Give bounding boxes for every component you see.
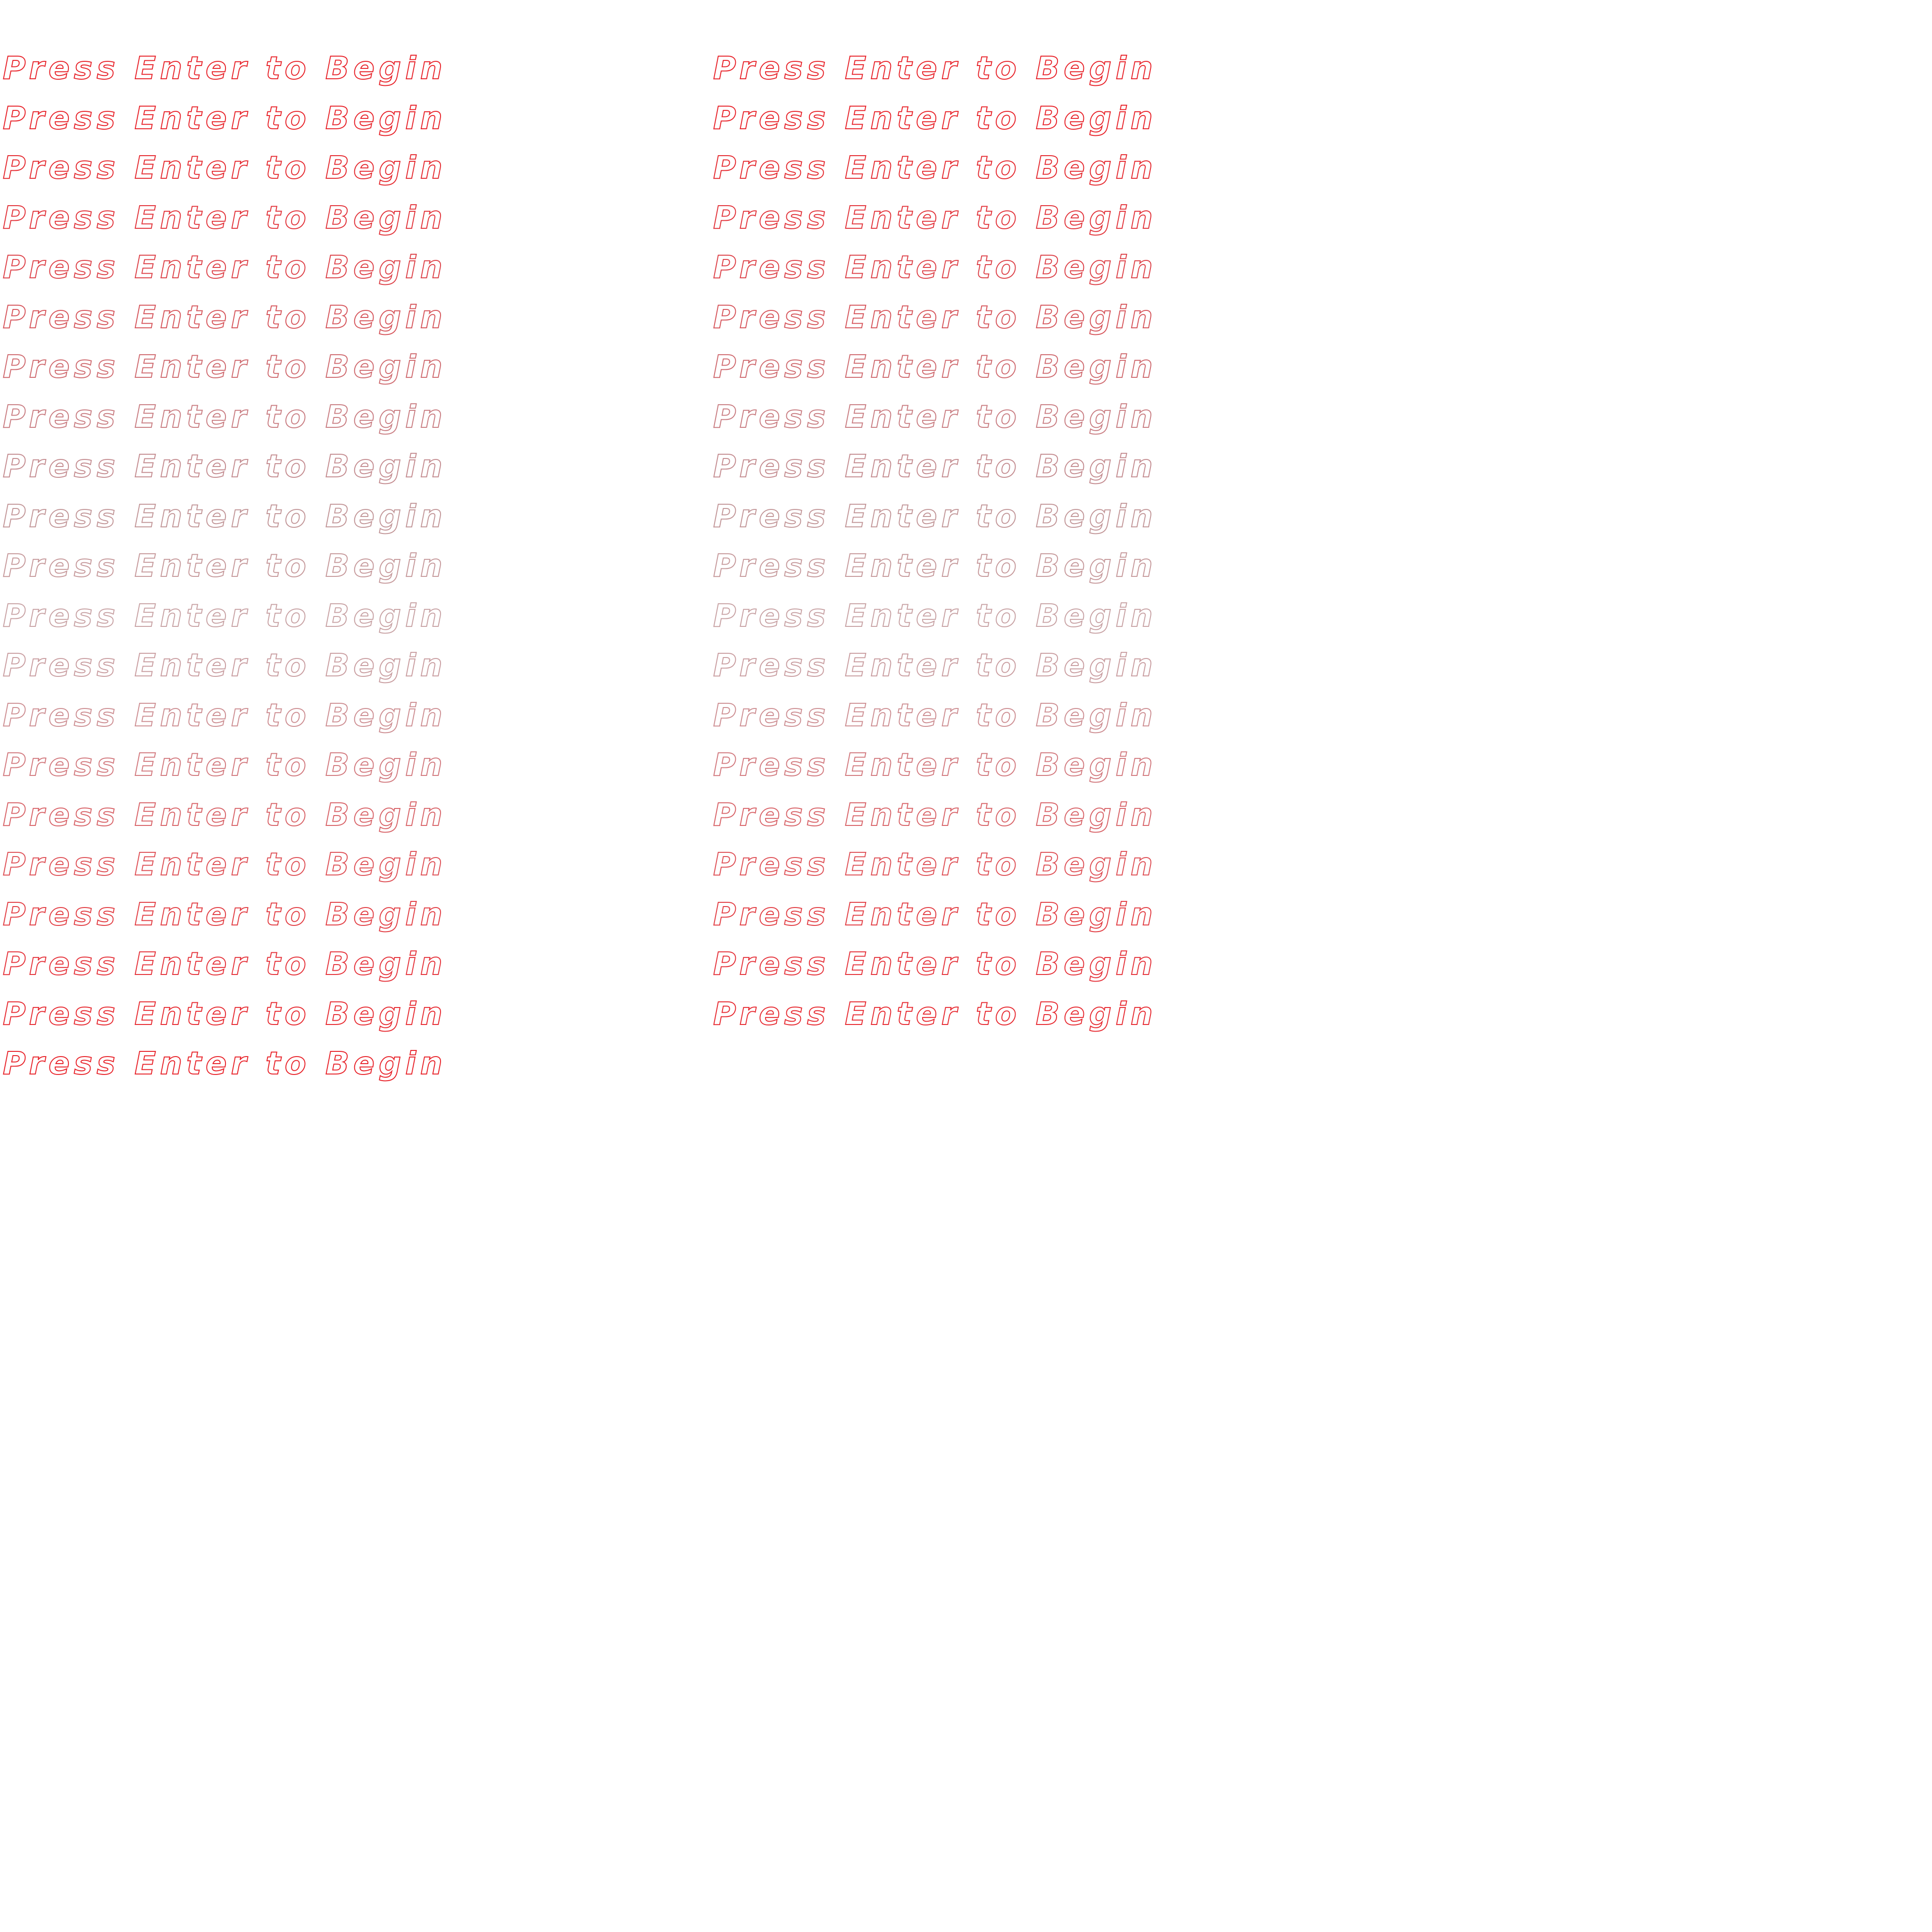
press-enter-prompt[interactable]: Press Enter to Begin — [2, 50, 447, 100]
press-enter-prompt[interactable]: Press Enter to Begin — [713, 846, 1157, 896]
press-enter-prompt[interactable]: Press Enter to Begin — [2, 597, 447, 647]
press-enter-prompt[interactable]: Press Enter to Begin — [713, 647, 1157, 697]
prompt-column-left: Press Enter to Begin Press Enter to Begin… — [2, 50, 447, 1095]
press-enter-prompt[interactable]: Press Enter to Begin — [713, 249, 1157, 299]
press-enter-prompt[interactable]: Press Enter to Begin — [713, 498, 1157, 548]
press-enter-prompt[interactable]: Press Enter to Begin — [2, 498, 447, 548]
press-enter-prompt[interactable]: Press Enter to Begin — [2, 896, 447, 946]
press-enter-prompt[interactable]: Press Enter to Begin — [713, 149, 1157, 199]
press-enter-prompt[interactable]: Press Enter to Begin — [2, 697, 447, 747]
press-enter-prompt[interactable]: Press Enter to Begin — [2, 746, 447, 796]
press-enter-prompt[interactable]: Press Enter to Begin — [2, 299, 447, 349]
press-enter-prompt[interactable]: Press Enter to Begin — [713, 448, 1157, 498]
press-enter-prompt[interactable]: Press Enter to Begin — [713, 697, 1157, 747]
press-enter-prompt[interactable]: Press Enter to Begin — [2, 846, 447, 896]
press-enter-prompt[interactable]: Press Enter to Begin — [713, 199, 1157, 249]
press-enter-prompt[interactable]: Press Enter to Begin — [713, 100, 1157, 150]
press-enter-prompt[interactable]: Press Enter to Begin — [2, 348, 447, 398]
press-enter-prompt[interactable]: Press Enter to Begin — [2, 448, 447, 498]
press-enter-prompt[interactable]: Press Enter to Begin — [713, 896, 1157, 946]
press-enter-prompt[interactable]: Press Enter to Begin — [2, 796, 447, 846]
press-enter-prompt[interactable]: Press Enter to Begin — [713, 995, 1157, 1045]
press-enter-prompt[interactable]: Press Enter to Begin — [713, 398, 1157, 448]
press-enter-prompt[interactable]: Press Enter to Begin — [2, 249, 447, 299]
press-enter-prompt[interactable]: Press Enter to Begin — [713, 299, 1157, 349]
press-enter-prompt[interactable]: Press Enter to Begin — [713, 746, 1157, 796]
press-enter-prompt[interactable]: Press Enter to Begin — [2, 1045, 447, 1095]
press-enter-prompt[interactable]: Press Enter to Begin — [2, 647, 447, 697]
press-enter-prompt[interactable]: Press Enter to Begin — [2, 995, 447, 1045]
press-enter-prompt[interactable]: Press Enter to Begin — [2, 547, 447, 597]
press-enter-prompt[interactable]: Press Enter to Begin — [713, 796, 1157, 846]
press-enter-prompt[interactable]: Press Enter to Begin — [2, 199, 447, 249]
press-enter-prompt[interactable]: Press Enter to Begin — [713, 348, 1157, 398]
press-enter-prompt[interactable]: Press Enter to Begin — [2, 945, 447, 995]
press-enter-prompt[interactable]: Press Enter to Begin — [2, 398, 447, 448]
prompt-column-right: Press Enter to Begin Press Enter to Begin… — [713, 50, 1157, 1045]
press-enter-prompt[interactable]: Press Enter to Begin — [2, 100, 447, 150]
press-enter-prompt[interactable]: Press Enter to Begin — [713, 547, 1157, 597]
press-enter-prompt[interactable]: Press Enter to Begin — [713, 945, 1157, 995]
press-enter-prompt[interactable]: Press Enter to Begin — [713, 50, 1157, 100]
press-enter-prompt[interactable]: Press Enter to Begin — [713, 597, 1157, 647]
press-enter-prompt[interactable]: Press Enter to Begin — [2, 149, 447, 199]
